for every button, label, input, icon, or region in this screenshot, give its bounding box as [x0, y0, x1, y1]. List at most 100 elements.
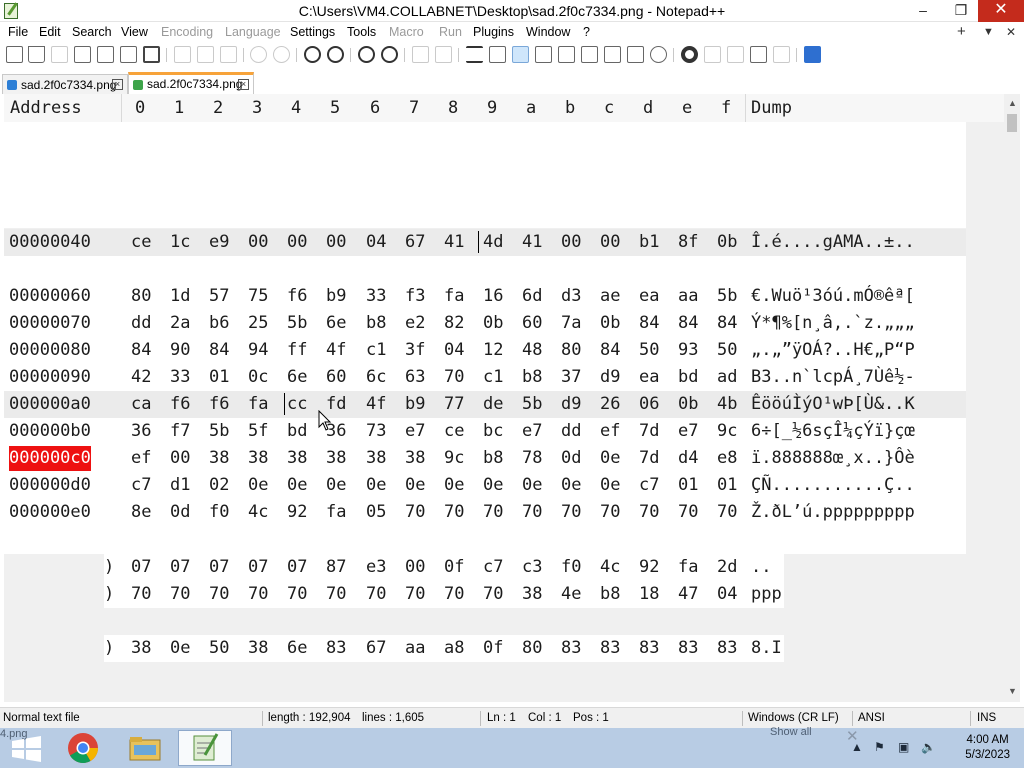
byte-cell[interactable]: 84	[678, 313, 698, 333]
byte-cell[interactable]: 5b	[209, 421, 229, 441]
save-icon[interactable]	[51, 46, 68, 63]
show-all-characters-icon[interactable]	[489, 46, 506, 63]
byte-cell[interactable]: 0e	[522, 475, 542, 495]
byte-cell[interactable]: f3	[405, 286, 425, 306]
find-icon[interactable]	[304, 46, 321, 63]
new-file-icon[interactable]	[6, 46, 23, 63]
tray-expand-icon[interactable]: ▲	[851, 740, 863, 754]
byte-cell[interactable]: 16	[483, 286, 503, 306]
menu-plugins[interactable]: Plugins	[473, 25, 514, 39]
byte-cell[interactable]: 00	[287, 232, 307, 252]
byte-cell[interactable]: 77	[444, 394, 464, 414]
byte-cell[interactable]: 80	[131, 286, 151, 306]
byte-cell[interactable]: e9	[209, 232, 229, 252]
close-tab-button[interactable]: ×	[112, 79, 123, 90]
byte-cell[interactable]: 37	[561, 367, 581, 387]
byte-cell[interactable]: 36	[131, 421, 151, 441]
byte-cell[interactable]: 2a	[170, 313, 190, 333]
byte-cell[interactable]: b8	[483, 448, 503, 468]
byte-cell[interactable]: c7	[639, 475, 659, 495]
sync-vertical-icon[interactable]	[412, 46, 429, 63]
byte-cell[interactable]: 6c	[366, 367, 386, 387]
byte-cell[interactable]: 25	[248, 313, 268, 333]
byte-cell[interactable]: 0e	[600, 475, 620, 495]
byte-cell[interactable]: 38	[287, 448, 307, 468]
byte-cell[interactable]: 04	[444, 340, 464, 360]
dump-cell[interactable]: €.Wuö¹3óú.mÓ®êª[	[751, 286, 915, 306]
byte-cell[interactable]: 12	[483, 340, 503, 360]
menu-search[interactable]: Search	[72, 25, 112, 39]
byte-cell[interactable]: ff	[287, 340, 307, 360]
byte-cell[interactable]: f6	[170, 394, 190, 414]
byte-cell[interactable]: 5b	[522, 394, 542, 414]
minimize-button[interactable]: –	[906, 0, 940, 22]
byte-cell[interactable]: 93	[678, 340, 698, 360]
hex-row[interactable]: 00000040 ce 1c e9 00 00 00 04 67 41 4d 41 00 00 b1 8f 0b…	[4, 229, 966, 256]
stop-recording-icon[interactable]	[704, 46, 721, 63]
byte-cell[interactable]: 70	[522, 502, 542, 522]
byte-cell[interactable]: 75	[248, 286, 268, 306]
copy-icon[interactable]	[197, 46, 214, 63]
dump-cell[interactable]: B3..n`lcpÁ¸7Ùê½-	[751, 367, 915, 387]
menu-file[interactable]: File	[8, 25, 28, 39]
byte-cell[interactable]: 00	[248, 232, 268, 252]
byte-cell[interactable]: 84	[600, 340, 620, 360]
byte-cell[interactable]: 0e	[561, 475, 581, 495]
byte-cell[interactable]: 90	[170, 340, 190, 360]
action-center-flag-icon[interactable]: ⚑	[874, 740, 885, 754]
byte-cell[interactable]: 0e	[366, 475, 386, 495]
byte-cell[interactable]: e7	[405, 421, 425, 441]
byte-cell[interactable]: fa	[326, 502, 346, 522]
byte-cell[interactable]: f0	[209, 502, 229, 522]
byte-cell[interactable]: 33	[366, 286, 386, 306]
byte-cell[interactable]: 70	[600, 502, 620, 522]
scroll-up-arrow-icon[interactable]: ▲	[1008, 98, 1017, 108]
hex-row[interactable]: 00000080 84 90 84 94 ff 4f c1 3f 04 12 48 80 84 50 93 50…	[4, 337, 966, 364]
byte-cell[interactable]: bc	[483, 421, 503, 441]
byte-cell[interactable]: fa	[444, 286, 464, 306]
byte-cell[interactable]: ea	[639, 367, 659, 387]
paste-icon[interactable]	[220, 46, 237, 63]
new-tab-icon[interactable]: +	[957, 23, 966, 40]
byte-cell[interactable]: d9	[561, 394, 581, 414]
maximize-button[interactable]: ❐	[944, 0, 978, 22]
byte-cell[interactable]: 0d	[561, 448, 581, 468]
byte-cell[interactable]: 7d	[639, 448, 659, 468]
address-cell[interactable]: 00000060	[9, 286, 91, 306]
hex-row[interactable]: 00000060 80 1d 57 75 f6 b9 33 f3 fa 16 6d d3 ae ea aa 5b…	[4, 283, 966, 310]
byte-cell[interactable]: ad	[717, 367, 737, 387]
byte-cell[interactable]: 50	[639, 340, 659, 360]
byte-cell[interactable]: bd	[287, 421, 307, 441]
byte-cell[interactable]: e7	[522, 421, 542, 441]
byte-cell[interactable]: 0d	[170, 502, 190, 522]
byte-cell[interactable]: 84	[639, 313, 659, 333]
cut-icon[interactable]	[174, 46, 191, 63]
byte-cell[interactable]: 00	[170, 448, 190, 468]
menu-macro[interactable]: Macro	[389, 25, 424, 39]
hex-row[interactable]: 000000e0 8e 0d f0 4c 92 fa 05 70 70 70 70 70 70 70 70 70…	[4, 499, 966, 526]
run-macro-multiple-icon[interactable]	[750, 46, 767, 63]
byte-cell[interactable]: b9	[326, 286, 346, 306]
byte-cell[interactable]: 7a	[561, 313, 581, 333]
hex-row[interactable]: 000000c0 ef 00 38 38 38 38 38 38 9c b8 78 0d 0e 7d d4 e8…	[4, 445, 966, 472]
vertical-scrollbar[interactable]: ▲ ▼	[1004, 94, 1020, 702]
hex-row[interactable]: 00000090 42 33 01 0c 6e 60 6c 63 70 c1 b8 37 d9 ea bd ad…	[4, 364, 966, 391]
byte-cell[interactable]: 0e	[444, 475, 464, 495]
byte-cell[interactable]: 00	[600, 232, 620, 252]
tab-file-2[interactable]: sad.2f0c7334.png ×	[128, 72, 254, 94]
selected-address-cell[interactable]: 000000c0	[9, 446, 91, 471]
byte-cell[interactable]: 01	[717, 475, 737, 495]
byte-cell[interactable]: 01	[209, 367, 229, 387]
byte-cell[interactable]: ce	[131, 232, 151, 252]
record-macro-icon[interactable]	[681, 46, 698, 63]
byte-cell[interactable]: 0b	[600, 313, 620, 333]
dump-cell[interactable]: 6÷[_½6sçÎ¼çÝï}çœ	[751, 421, 915, 441]
address-cell[interactable]: 00000080	[9, 340, 91, 360]
tab-list-icon[interactable]: ▼	[983, 26, 994, 38]
dump-cell[interactable]: ÊööúÌýO¹wÞ[Ù&..K	[751, 394, 915, 414]
byte-cell[interactable]: 84	[717, 313, 737, 333]
byte-cell[interactable]: 06	[639, 394, 659, 414]
open-file-icon[interactable]	[28, 46, 45, 63]
byte-cell[interactable]: d9	[600, 367, 620, 387]
byte-cell[interactable]: 50	[717, 340, 737, 360]
